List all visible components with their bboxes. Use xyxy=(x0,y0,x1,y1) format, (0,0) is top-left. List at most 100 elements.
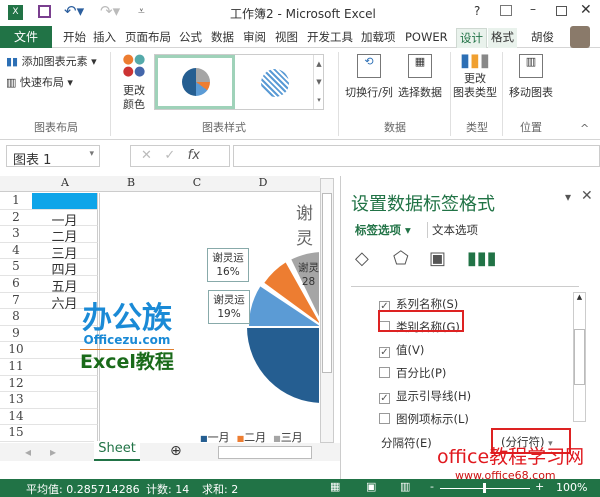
cell-a1[interactable] xyxy=(32,193,98,210)
cell-a6[interactable]: 五月 xyxy=(32,276,98,295)
tab-design[interactable]: 设计 xyxy=(456,28,487,48)
tab-text-options[interactable]: 文本选项 xyxy=(427,222,478,238)
avatar[interactable] xyxy=(570,26,590,48)
cell-a2[interactable]: 一月 xyxy=(32,209,98,229)
cell-a5[interactable]: 四月 xyxy=(32,259,98,278)
collapse-ribbon-icon[interactable]: ^ xyxy=(580,122,589,135)
option-checkbox[interactable]: 图例项标示(L) xyxy=(379,411,469,427)
tab-file[interactable]: 文件 xyxy=(0,26,52,48)
tab-format[interactable]: 格式 xyxy=(488,28,517,48)
column-header-d[interactable]: D xyxy=(230,176,296,189)
size-properties-icon[interactable]: ▣ xyxy=(429,248,446,269)
checkbox[interactable] xyxy=(379,413,390,424)
checkbox[interactable]: ✓ xyxy=(379,393,390,404)
zoom-level[interactable]: 100% xyxy=(556,481,587,494)
option-checkbox[interactable]: ✓ 值(V) xyxy=(379,342,424,358)
change-colors-button[interactable]: ●● ●● 更改 颜色 xyxy=(116,53,152,112)
tab-home[interactable]: 开始 xyxy=(60,28,89,48)
effects-icon[interactable]: ⬠ xyxy=(393,248,409,269)
data-label[interactable]: 谢灵运 16% xyxy=(207,248,249,282)
row-header[interactable]: 5 xyxy=(0,259,32,276)
enter-icon[interactable]: ✓ xyxy=(164,148,175,163)
undo-icon[interactable]: ↶▾ xyxy=(64,2,84,20)
tab-formulas[interactable]: 公式 xyxy=(176,28,205,48)
tab-insert[interactable]: 插入 xyxy=(90,28,119,48)
row-header[interactable]: 10 xyxy=(0,342,32,359)
row-header[interactable]: 4 xyxy=(0,243,32,260)
row-header[interactable]: 14 xyxy=(0,409,32,426)
ribbon-display-icon[interactable] xyxy=(500,5,512,16)
page-break-view-icon[interactable]: ▥ xyxy=(400,480,410,493)
tab-label-options[interactable]: 标签选项 ▾ xyxy=(355,222,411,238)
row-header[interactable]: 6 xyxy=(0,276,32,293)
chart-style-1[interactable] xyxy=(155,55,235,109)
tab-addins[interactable]: 加载项 xyxy=(358,28,399,48)
row-header[interactable]: 9 xyxy=(0,326,32,343)
page-layout-view-icon[interactable]: ▣ xyxy=(366,480,376,493)
move-chart-button[interactable]: ▥ 移动图表 xyxy=(506,54,556,100)
checkbox[interactable] xyxy=(379,367,390,378)
add-chart-element-button[interactable]: ▮▮ 添加图表元素 ▾ xyxy=(6,55,97,69)
formula-input[interactable] xyxy=(233,145,600,167)
row-header[interactable]: 3 xyxy=(0,226,32,243)
cell-a4[interactable]: 三月 xyxy=(32,242,98,262)
cell-a12[interactable] xyxy=(32,375,98,393)
tab-power[interactable]: POWER xyxy=(402,28,451,48)
horizontal-scrollbar[interactable] xyxy=(218,446,312,459)
sheet-tab[interactable]: Sheet xyxy=(94,441,140,461)
label-options-icon[interactable]: ▮▮▮ xyxy=(467,248,497,269)
column-header-a[interactable]: A xyxy=(32,176,98,189)
add-sheet-icon[interactable]: ⊕ xyxy=(170,443,182,459)
scroll-thumb[interactable] xyxy=(322,193,332,373)
worksheet[interactable]: A B C D 1 2 一月 3 二月 4 三月 5 四月 6 五月 7 六月 8 9 10 11 12 13 14 1… xyxy=(0,176,340,461)
data-label[interactable]: 谢灵运 19% xyxy=(208,290,250,324)
tab-review[interactable]: 审阅 xyxy=(240,28,269,48)
tab-developer[interactable]: 开发工具 xyxy=(304,28,356,48)
fill-line-icon[interactable]: ◇ xyxy=(355,248,369,269)
tab-data[interactable]: 数据 xyxy=(208,28,237,48)
minimize-button[interactable]: – xyxy=(530,2,536,16)
vertical-scrollbar[interactable] xyxy=(320,178,334,443)
tab-view[interactable]: 视图 xyxy=(272,28,301,48)
pie-slice-jan[interactable] xyxy=(247,327,319,403)
switch-row-column-button[interactable]: ⟲ 切换行/列 xyxy=(344,54,394,100)
column-header-b[interactable]: B xyxy=(98,176,164,189)
pane-close-button[interactable]: ✕ xyxy=(581,188,593,204)
row-header[interactable]: 13 xyxy=(0,392,32,409)
insert-function-button[interactable]: fx xyxy=(188,148,200,163)
row-header[interactable]: 11 xyxy=(0,359,32,376)
prev-sheet-icon[interactable]: ◂ xyxy=(25,445,31,459)
checkbox[interactable]: ✓ xyxy=(379,347,390,358)
tab-page-layout[interactable]: 页面布局 xyxy=(122,28,174,48)
zoom-in-button[interactable]: + xyxy=(535,480,544,493)
row-header[interactable]: 1 xyxy=(0,193,32,210)
save-icon[interactable] xyxy=(38,5,51,18)
gallery-scroll[interactable]: ▲ ▼ ▾ xyxy=(313,55,324,109)
row-header[interactable]: 15 xyxy=(0,425,32,442)
change-chart-type-button[interactable]: ▮▮▮ 更改 图表类型 xyxy=(452,52,498,100)
cell-a13[interactable] xyxy=(32,392,98,409)
option-checkbox[interactable]: 百分比(P) xyxy=(379,365,446,381)
row-header[interactable]: 8 xyxy=(0,309,32,326)
row-header[interactable]: 12 xyxy=(0,376,32,393)
row-header[interactable]: 2 xyxy=(0,210,32,227)
pane-scrollbar[interactable]: ▲ xyxy=(573,292,586,422)
chart-style-gallery[interactable]: ▲ ▼ ▾ xyxy=(154,54,324,110)
zoom-out-button[interactable]: - xyxy=(430,480,434,493)
chart-style-2[interactable] xyxy=(237,55,311,109)
close-button[interactable]: ✕ xyxy=(580,2,592,18)
help-button[interactable]: ? xyxy=(474,4,480,18)
row-header[interactable]: 7 xyxy=(0,293,32,310)
redo-icon[interactable]: ↷▾ xyxy=(100,2,120,20)
select-data-button[interactable]: ▦ 选择数据 xyxy=(396,54,444,100)
quick-layout-button[interactable]: ▥ 快速布局 ▾ xyxy=(6,76,73,90)
customize-qat-icon[interactable]: ⩡ xyxy=(138,4,145,19)
cancel-icon[interactable]: ✕ xyxy=(141,148,152,163)
column-header-c[interactable]: C xyxy=(164,176,230,189)
maximize-button[interactable] xyxy=(556,6,567,16)
cell-a15[interactable] xyxy=(32,425,98,442)
data-label[interactable]: 谢灵 28 xyxy=(298,261,319,289)
normal-view-icon[interactable]: ▦ xyxy=(330,480,340,493)
cell-a14[interactable] xyxy=(32,408,98,426)
option-checkbox[interactable]: ✓ 显示引导线(H) xyxy=(379,388,471,404)
